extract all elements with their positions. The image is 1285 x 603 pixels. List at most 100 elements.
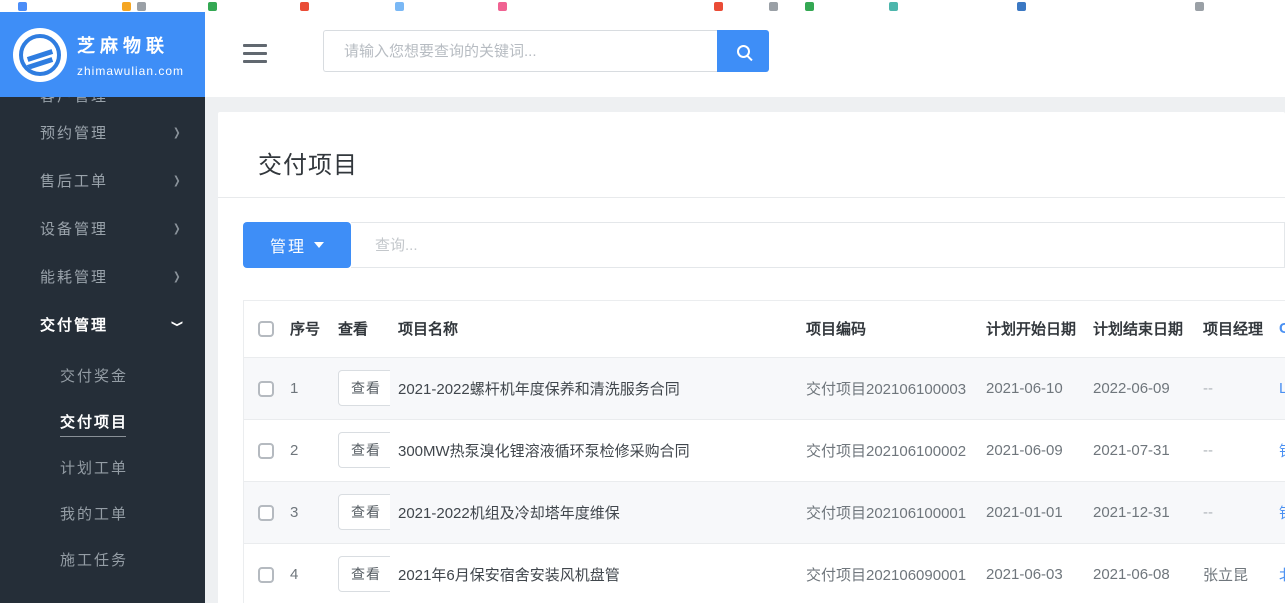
global-search [323,30,769,72]
manage-dropdown-button[interactable]: 管理 [243,222,351,268]
row-checkbox[interactable] [258,381,274,397]
project-name: 2021-2022螺杆机年度保养和清洗服务合同 [390,357,798,419]
row-checkbox-cell [244,357,282,419]
row-checkbox-cell [244,419,282,481]
row-view-cell: 查看 [330,543,390,603]
row-checkbox[interactable] [258,443,274,459]
project-manager: -- [1195,357,1271,419]
column-header-序号: 序号 [282,301,330,357]
bookmark-favicon[interactable] [18,2,27,11]
row-index: 4 [282,543,330,603]
sidebar-item-label: 交付管理 [40,314,172,335]
top-header [205,12,1285,97]
column-header-项目经理: 项目经理 [1195,301,1271,357]
brand-domain: zhimawulian.com [77,64,184,78]
table-row: 1查看2021-2022螺杆机年度保养和清洗服务合同交付项目2021061000… [244,357,1285,419]
row-view-cell: 查看 [330,357,390,419]
sidebar-subitem-计划工单[interactable]: 计划工单 [0,446,205,492]
select-all-checkbox[interactable] [258,321,274,337]
project-code: 交付项目202106100001 [798,481,978,543]
plan-end-date: 2022-06-09 [1085,357,1195,419]
sidebar-item-交付管理[interactable]: 交付管理❯ [0,300,205,348]
bookmark-favicon[interactable] [395,2,404,11]
customer-link[interactable]: 北 [1271,543,1285,603]
sidebar: 芝麻物联 zhimawulian.com 客户管理 预约管理❯售后工单❯设备管理… [0,12,205,603]
plan-start-date: 2021-06-10 [978,357,1085,419]
table-body: 1查看2021-2022螺杆机年度保养和清洗服务合同交付项目2021061000… [244,357,1285,603]
sidebar-item-预约管理[interactable]: 预约管理❯ [0,108,205,156]
filter-input[interactable] [351,222,1285,268]
page-title: 交付项目 [258,145,1245,180]
chevron-right-icon: ❯ [173,270,182,283]
menu-toggle-button[interactable] [243,44,269,65]
bookmark-favicon[interactable] [300,2,309,11]
sidebar-item-partial[interactable]: 客户管理 [0,97,205,108]
project-code: 交付项目202106100002 [798,419,978,481]
sidebar-subitem-交付项目[interactable]: 交付项目 [0,400,205,446]
bookmark-favicon[interactable] [714,2,723,11]
customer-link[interactable]: L [1271,357,1285,419]
brand-logo-block[interactable]: 芝麻物联 zhimawulian.com [0,12,205,97]
bookmark-favicon[interactable] [122,2,131,11]
table-header-row: 序号查看项目名称项目编码计划开始日期计划结束日期项目经理C [244,301,1285,357]
view-button[interactable]: 查看 [338,370,390,406]
sidebar-item-label: 售后工单 [40,170,172,191]
row-checkbox-cell [244,481,282,543]
project-manager: -- [1195,481,1271,543]
projects-table: 序号查看项目名称项目编码计划开始日期计划结束日期项目经理C 1查看2021-20… [244,301,1285,603]
table-row: 4查看2021年6月保安宿舍安装风机盘管交付项目2021060900012021… [244,543,1285,603]
sidebar-subitem-交付奖金[interactable]: 交付奖金 [0,354,205,400]
search-icon [737,45,750,58]
projects-table-wrap: 序号查看项目名称项目编码计划开始日期计划结束日期项目经理C 1查看2021-20… [243,300,1285,603]
sidebar-subitem-我的工单[interactable]: 我的工单 [0,492,205,538]
project-code: 交付项目202106100003 [798,357,978,419]
view-button[interactable]: 查看 [338,494,390,530]
column-header-项目编码: 项目编码 [798,301,978,357]
sidebar-menu: 预约管理❯售后工单❯设备管理❯能耗管理❯交付管理❯ [0,108,205,348]
project-manager: 张立昆 [1195,543,1271,603]
sidebar-item-售后工单[interactable]: 售后工单❯ [0,156,205,204]
row-index: 3 [282,481,330,543]
plan-start-date: 2021-06-03 [978,543,1085,603]
search-button[interactable] [717,30,769,72]
bookmark-favicon[interactable] [1017,2,1026,11]
hamburger-icon [243,44,267,47]
row-index: 1 [282,357,330,419]
brand-logo-icon [13,28,67,82]
bookmark-favicon[interactable] [137,2,146,11]
customer-link[interactable]: 镇 [1271,481,1285,543]
bookmark-favicon[interactable] [805,2,814,11]
customer-link[interactable]: 镇 [1271,419,1285,481]
row-view-cell: 查看 [330,481,390,543]
plan-end-date: 2021-07-31 [1085,419,1195,481]
chevron-right-icon: ❯ [173,222,182,235]
sidebar-item-partial-label: 客户管理 [40,97,108,106]
chevron-right-icon: ❯ [173,126,182,139]
row-index: 2 [282,419,330,481]
row-checkbox[interactable] [258,567,274,583]
project-code: 交付项目202106090001 [798,543,978,603]
bookmark-favicon[interactable] [889,2,898,11]
global-search-input[interactable] [323,30,717,72]
sidebar-item-能耗管理[interactable]: 能耗管理❯ [0,252,205,300]
bookmark-favicon[interactable] [769,2,778,11]
view-button[interactable]: 查看 [338,556,390,592]
table-row: 2查看300MW热泵溴化锂溶液循环泵检修采购合同交付项目202106100002… [244,419,1285,481]
sidebar-item-label: 设备管理 [40,218,172,239]
bookmark-favicon[interactable] [208,2,217,11]
sidebar-subitem-施工任务[interactable]: 施工任务 [0,538,205,584]
bookmark-favicon[interactable] [1195,2,1204,11]
sidebar-item-设备管理[interactable]: 设备管理❯ [0,204,205,252]
manage-button-label: 管理 [270,233,306,257]
view-button[interactable]: 查看 [338,432,390,468]
row-checkbox[interactable] [258,505,274,521]
content-area: 交付项目 管理 序号查看项目名称项目编码计划开始日期计划结束日期项目经理C 1查… [205,97,1285,603]
bookmark-favicon[interactable] [498,2,507,11]
brand-name: 芝麻物联 [77,32,184,58]
bookmarks-strip [0,0,1285,12]
row-checkbox-cell [244,543,282,603]
plan-start-date: 2021-06-09 [978,419,1085,481]
plan-end-date: 2021-12-31 [1085,481,1195,543]
table-row: 3查看2021-2022机组及冷却塔年度维保交付项目20210610000120… [244,481,1285,543]
column-header-项目名称: 项目名称 [390,301,798,357]
